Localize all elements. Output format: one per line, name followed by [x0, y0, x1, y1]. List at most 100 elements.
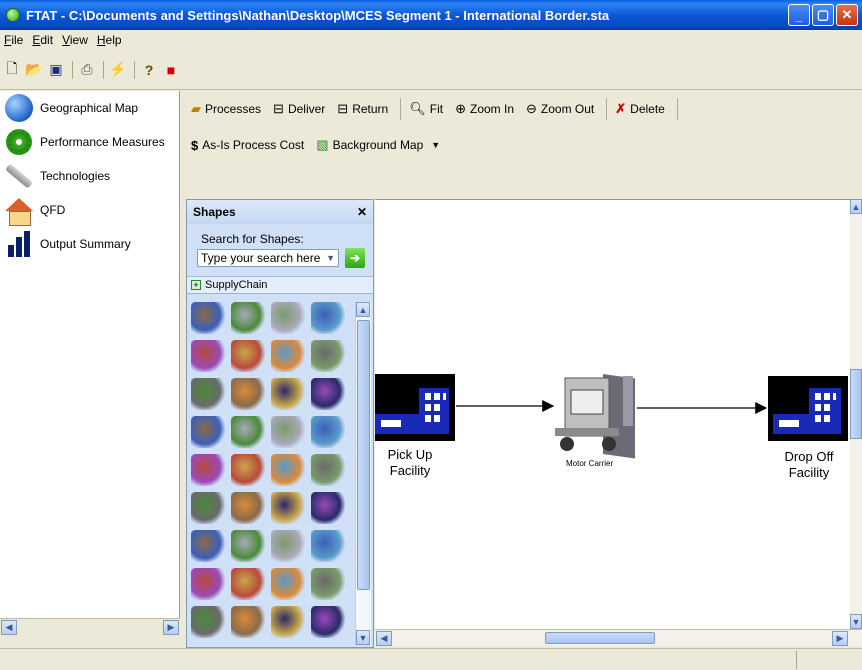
- chevron-down-icon[interactable]: ▼: [326, 253, 335, 263]
- scroll-thumb[interactable]: [357, 320, 370, 590]
- shape-tile[interactable]: [191, 568, 225, 600]
- as-is-process-cost-button[interactable]: $ As-Is Process Cost: [191, 138, 304, 153]
- shape-tile[interactable]: [191, 454, 225, 486]
- nav-label: Output Summary: [40, 237, 131, 251]
- scroll-thumb[interactable]: [850, 369, 862, 439]
- motor-carrier-truck-icon[interactable]: [555, 374, 635, 459]
- background-map-button[interactable]: ▧ Background Map ▼: [316, 137, 440, 153]
- scroll-up-button[interactable]: ▲: [850, 199, 862, 214]
- expand-icon[interactable]: +: [191, 280, 201, 290]
- delete-button[interactable]: ✗ Delete: [615, 101, 665, 117]
- stop-icon[interactable]: ■: [161, 60, 181, 80]
- canvas-horizontal-scrollbar[interactable]: ◀ ▶: [375, 629, 862, 646]
- shape-tile[interactable]: [271, 568, 305, 600]
- nav-technologies[interactable]: Technologies: [0, 159, 179, 193]
- shape-tile[interactable]: [311, 416, 345, 448]
- menu-view[interactable]: View: [62, 33, 88, 47]
- nav-qfd[interactable]: QFD: [0, 193, 179, 227]
- scroll-up-button[interactable]: ▲: [356, 302, 370, 317]
- label-line: Drop Off: [784, 449, 834, 464]
- left-horizontal-scrollbar[interactable]: ◀ ▶: [0, 618, 180, 635]
- shape-tile[interactable]: [311, 530, 345, 562]
- scroll-left-button[interactable]: ◀: [1, 620, 17, 635]
- shape-tile[interactable]: [311, 492, 345, 524]
- menu-help[interactable]: Help: [97, 33, 122, 47]
- scroll-left-button[interactable]: ◀: [376, 631, 392, 646]
- canvas-vertical-scrollbar[interactable]: ▲ ▼: [850, 199, 862, 629]
- shape-tile[interactable]: [271, 340, 305, 372]
- delete-x-icon: ✗: [615, 101, 627, 116]
- diagram-canvas[interactable]: Pick Up Facility Motor Carrier Drop Off …: [375, 199, 850, 629]
- search-go-button[interactable]: ➔: [345, 248, 365, 268]
- shape-tile[interactable]: [231, 416, 265, 448]
- shape-tile[interactable]: [191, 340, 225, 372]
- bar-chart-icon: [8, 231, 30, 257]
- shape-tile[interactable]: [311, 340, 345, 372]
- shape-tile[interactable]: [191, 530, 225, 562]
- dollar-icon: $: [191, 137, 199, 153]
- shape-tile[interactable]: [191, 606, 225, 638]
- shape-tile[interactable]: [271, 378, 305, 410]
- shape-search-input[interactable]: Type your search here ▼: [197, 249, 339, 267]
- fit-button[interactable]: 🔍︎ Fit: [409, 101, 443, 117]
- shape-tile[interactable]: [311, 378, 345, 410]
- print-icon[interactable]: ⎙: [77, 60, 97, 80]
- dropdown-arrow-icon[interactable]: ▼: [431, 140, 440, 150]
- scroll-right-button[interactable]: ▶: [163, 620, 179, 635]
- shape-tile[interactable]: [271, 454, 305, 486]
- shape-tile[interactable]: [231, 606, 265, 638]
- zoom-in-button[interactable]: ⊕ Zoom In: [455, 101, 514, 117]
- title-bar[interactable]: FTAT - C:\Documents and Settings\Nathan\…: [0, 0, 862, 30]
- lightning-icon[interactable]: ⚡: [108, 60, 128, 80]
- nav-performance-measures[interactable]: Performance Measures: [0, 125, 179, 159]
- scroll-down-button[interactable]: ▼: [850, 614, 862, 629]
- nav-label: Performance Measures: [40, 135, 165, 149]
- shape-tile[interactable]: [271, 492, 305, 524]
- scroll-thumb[interactable]: [545, 632, 655, 644]
- nav-output-summary[interactable]: Output Summary: [0, 227, 179, 261]
- maximize-button[interactable]: ▢: [812, 4, 834, 26]
- shape-tile[interactable]: [191, 492, 225, 524]
- shape-tile[interactable]: [311, 454, 345, 486]
- shape-tile[interactable]: [191, 378, 225, 410]
- scroll-right-button[interactable]: ▶: [832, 631, 848, 646]
- zoom-out-button[interactable]: ⊖ Zoom Out: [526, 101, 594, 117]
- menu-file[interactable]: File: [4, 33, 23, 47]
- shape-tile[interactable]: [231, 568, 265, 600]
- shape-tile[interactable]: [271, 416, 305, 448]
- shape-tile[interactable]: [311, 568, 345, 600]
- supplychain-category[interactable]: + SupplyChain: [187, 276, 373, 294]
- shape-tile[interactable]: [271, 606, 305, 638]
- shape-tile[interactable]: [271, 302, 305, 334]
- dropoff-facility-icon[interactable]: [768, 376, 848, 441]
- shape-tile[interactable]: [191, 416, 225, 448]
- menu-edit[interactable]: Edit: [32, 33, 53, 47]
- pickup-facility-icon[interactable]: [375, 374, 455, 441]
- globe-icon: [5, 94, 33, 122]
- diagram-svg: [375, 374, 848, 459]
- shapes-title: Shapes: [193, 205, 236, 219]
- nav-geographical-map[interactable]: Geographical Map: [0, 91, 179, 125]
- scroll-down-button[interactable]: ▼: [356, 630, 370, 645]
- close-icon[interactable]: ✕: [357, 205, 367, 219]
- shapes-scrollbar[interactable]: ▲ ▼: [355, 302, 371, 645]
- shape-tile[interactable]: [231, 378, 265, 410]
- help-icon[interactable]: ?: [139, 60, 159, 80]
- new-file-icon[interactable]: 🗋: [2, 60, 22, 80]
- close-button[interactable]: ✕: [836, 4, 858, 26]
- shape-tile[interactable]: [231, 530, 265, 562]
- open-folder-icon[interactable]: 📂: [24, 60, 44, 80]
- processes-button[interactable]: ▰ Processes: [191, 101, 261, 117]
- shape-tile[interactable]: [311, 302, 345, 334]
- shape-tile[interactable]: [231, 340, 265, 372]
- shape-tile[interactable]: [311, 606, 345, 638]
- minimize-button[interactable]: _: [788, 4, 810, 26]
- shape-tile[interactable]: [231, 302, 265, 334]
- shape-tile[interactable]: [191, 302, 225, 334]
- shape-tile[interactable]: [271, 530, 305, 562]
- save-icon[interactable]: ▣: [46, 60, 66, 80]
- deliver-button[interactable]: ⊟ Deliver: [273, 101, 325, 117]
- shape-tile[interactable]: [231, 454, 265, 486]
- shape-tile[interactable]: [231, 492, 265, 524]
- return-button[interactable]: ⊟ Return: [337, 101, 388, 117]
